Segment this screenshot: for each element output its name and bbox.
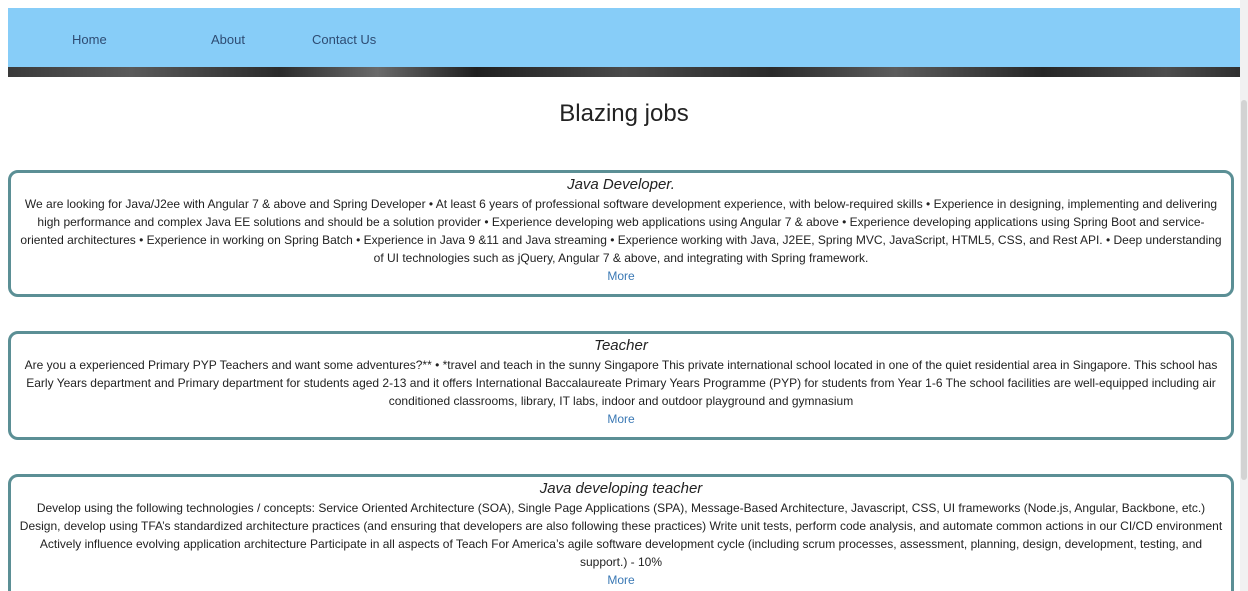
job-title: Teacher <box>594 337 648 354</box>
more-link[interactable]: More <box>607 412 634 426</box>
job-description: Develop using the following technologies… <box>19 501 1223 569</box>
job-description: We are looking for Java/J2ee with Angula… <box>20 197 1222 265</box>
nav-link-home[interactable]: Home <box>72 32 107 47</box>
nav-link-contact-us[interactable]: Contact Us <box>312 32 376 47</box>
scrollbar-thumb[interactable] <box>1241 100 1247 480</box>
page-title: Blazing jobs <box>559 100 689 127</box>
navbar: Home About Contact Us <box>8 8 1240 67</box>
job-card: Java developing teacher Develop using th… <box>8 474 1234 591</box>
job-title: Java developing teacher <box>539 480 703 497</box>
job-card: Teacher Are you a experienced Primary PY… <box>8 331 1234 440</box>
job-card: Java Developer. We are looking for Java/… <box>8 170 1234 297</box>
hero-image-strip <box>8 67 1240 77</box>
job-description: Are you a experienced Primary PYP Teache… <box>24 358 1218 408</box>
job-title: Java Developer. <box>567 176 675 193</box>
page: Home About Contact Us Blazing jobs Java … <box>0 0 1248 591</box>
vertical-scrollbar[interactable] <box>1240 0 1248 591</box>
more-link[interactable]: More <box>607 269 634 283</box>
more-link[interactable]: More <box>607 573 634 587</box>
nav-link-about[interactable]: About <box>211 32 245 47</box>
